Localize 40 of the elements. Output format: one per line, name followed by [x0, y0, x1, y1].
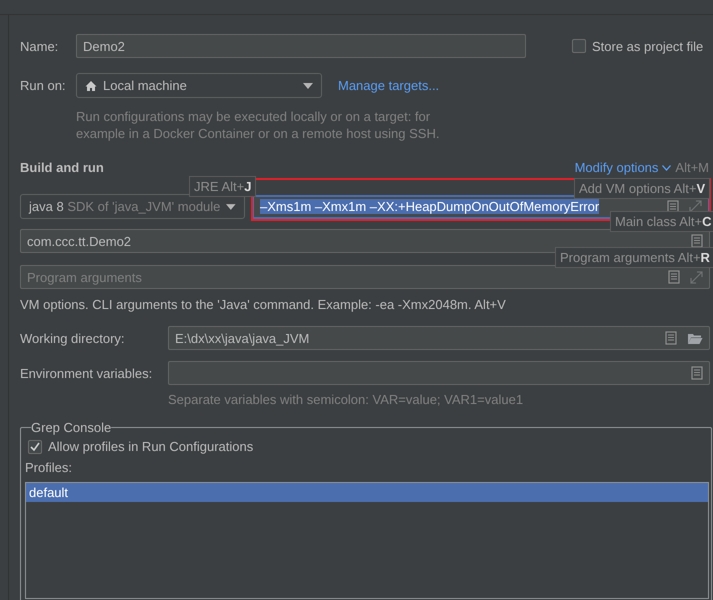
folder-icon[interactable] [687, 332, 703, 344]
expand-icon[interactable] [690, 270, 703, 284]
chevron-down-icon [662, 164, 672, 170]
field-label: Run on: [20, 78, 67, 93]
home-icon [85, 80, 97, 92]
expand-icon[interactable] [689, 200, 702, 213]
run-on-dropdown[interactable]: Local machine [76, 73, 322, 98]
section-title: Build and run [20, 160, 104, 175]
document-icon[interactable] [665, 331, 677, 345]
list-item[interactable]: default [26, 483, 708, 502]
document-icon[interactable] [691, 234, 703, 248]
shortcut-tooltip: Main class Alt+C [610, 211, 713, 232]
caret-icon [226, 204, 236, 210]
checkbox[interactable] [572, 39, 586, 53]
environment-variables-field[interactable] [168, 361, 710, 385]
shortcut-tooltip: Program arguments Alt+R [555, 247, 713, 268]
main-class-field[interactable]: com.ccc.tt.Demo2 [20, 229, 710, 253]
manage-targets-link[interactable]: Manage targets... [338, 78, 440, 93]
description-text: Run configurations may be executed locally or on a target: for example in a Docker Container or on a remote host using SSH. [76, 108, 440, 142]
field-label: Name: [20, 38, 60, 54]
modify-options-link[interactable]: Modify options [574, 160, 658, 175]
profiles-list[interactable]: default [25, 482, 709, 599]
group-title: Grep Console [31, 420, 112, 435]
document-icon[interactable] [668, 270, 680, 284]
caret-icon [303, 82, 313, 88]
field-label: Environment variables: [20, 366, 154, 380]
shortcut-text: Alt+M [675, 160, 709, 175]
working-directory-field[interactable]: E:\dx\xx\java\java_JVM [168, 326, 710, 350]
hint-text: Separate variables with semicolon: VAR=value; VAR1=value1 [168, 392, 524, 407]
hint-text: VM options. CLI arguments to the 'Java' command. Example: -ea -Xmx2048m. Alt+V [20, 297, 507, 312]
name-field[interactable]: Demo2 [76, 34, 526, 58]
checkbox[interactable] [28, 440, 42, 454]
checkbox-label[interactable]: Store as project file [592, 38, 704, 54]
document-icon[interactable] [691, 366, 703, 380]
field-label: Working directory: [20, 330, 126, 346]
jre-dropdown[interactable]: java 8 SDK of 'java_JVM' module [20, 194, 245, 219]
shortcut-tooltip: Add VM options Alt+V [574, 178, 710, 199]
list-label: Profiles: [25, 460, 73, 475]
shortcut-tooltip: JRE Alt+J [189, 176, 256, 197]
checkbox-label[interactable]: Allow profiles in Run Configurations [48, 439, 254, 454]
